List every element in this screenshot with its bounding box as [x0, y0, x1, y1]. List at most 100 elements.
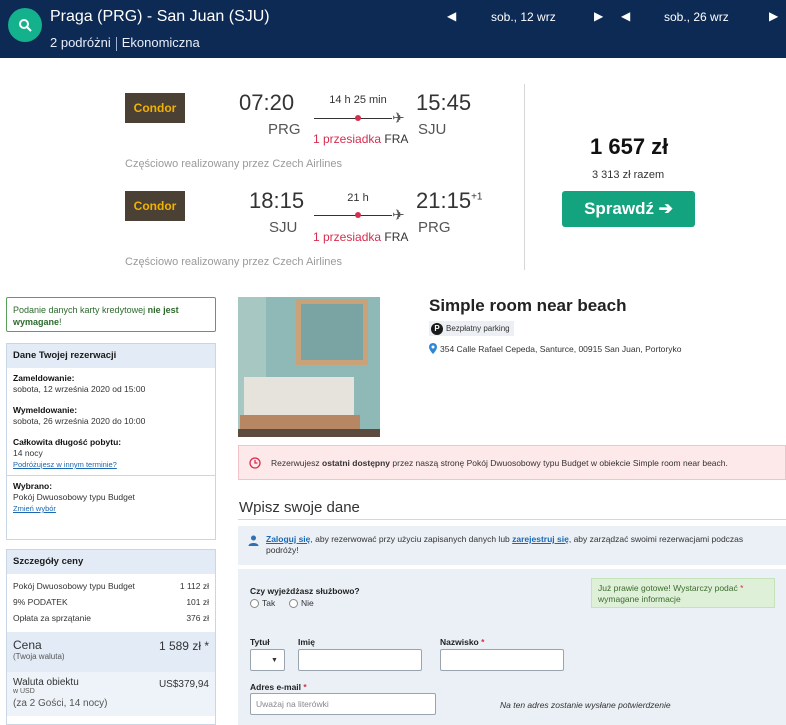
outbound-stops: 1 przesiadka FRA [313, 132, 408, 146]
alert-post: przez naszą stronę Pokój Dwuosobowy typu… [390, 457, 728, 468]
last-name-input[interactable] [440, 649, 564, 671]
selected-value: Pokój Dwuosobowy typu Budget [13, 492, 135, 502]
divider [115, 36, 117, 51]
inbound-duration: 21 h [347, 192, 369, 204]
total-price-sub: (Twoja waluta) [13, 652, 65, 661]
inbound-arrival-code: PRG [418, 219, 451, 236]
user-icon [248, 535, 259, 546]
cc-note-end: ! [59, 317, 62, 327]
stay-value: 14 nocy [13, 448, 43, 458]
stop-marker [355, 212, 361, 218]
total-price-block: Cena (Twoja waluta) 1 589 zł * [7, 632, 215, 672]
inbound-route-line [314, 215, 392, 216]
search-button[interactable] [8, 8, 42, 42]
email-placeholder: Uważaj na literówki [256, 699, 329, 709]
checkout-value: sobota, 26 września 2020 do 10:00 [13, 416, 146, 426]
first-name-input[interactable] [298, 649, 422, 671]
almost-done-text: Już prawie gotowe! Wystarczy podać [598, 583, 738, 593]
stops-count: 1 przesiadka [313, 230, 382, 244]
checkin-value: sobota, 12 września 2020 od 15:00 [13, 384, 146, 394]
price-row-value: 1 112 zł [179, 581, 209, 591]
email-input[interactable]: Uważaj na literówki [250, 693, 436, 715]
credit-card-note: Podanie danych karty kredytowej nie jest… [6, 297, 216, 332]
last-name-text: Nazwisko [440, 637, 479, 647]
travellers-count: 2 podróżni [50, 35, 111, 50]
alert-bold: ostatni dostępny [322, 457, 391, 468]
inbound-stops: 1 przesiadka FRA [313, 230, 408, 244]
price-total: 3 313 zł razem [592, 169, 665, 181]
return-date[interactable]: sob., 26 wrz [664, 10, 729, 24]
change-selection-link[interactable]: Zmień wybór [13, 504, 56, 513]
almost-done-note: Już prawie gotowe! Wystarczy podać * wym… [591, 578, 775, 608]
airline-name: Condor [133, 199, 177, 213]
hotel-title: Simple room near beach [429, 296, 627, 315]
inbound-departure-time: 18:15 [249, 188, 305, 213]
outbound-arrival-code: SJU [418, 121, 447, 138]
booking-details-title: Dane Twojej rezerwacji [7, 344, 215, 368]
login-link[interactable]: Zaloguj się [266, 534, 310, 544]
outbound-arrival-time: 15:45 [416, 90, 472, 115]
depart-date[interactable]: sob., 12 wrz [491, 10, 556, 24]
radio-circle [289, 598, 298, 608]
selected-block: Wybrano: Pokój Dwuosobowy typu Budget Zm… [7, 476, 215, 519]
stay-label: Całkowita długość pobytu: [13, 437, 122, 447]
property-currency-value: US$379,94 [158, 679, 209, 690]
price-row-label: 9% PODATEK [13, 597, 68, 607]
price-details-title: Szczegóły ceny [7, 550, 215, 574]
stops-count: 1 przesiadka [313, 132, 382, 146]
business-no-radio[interactable]: Nie [289, 598, 314, 608]
price-details-panel: Szczegóły ceny Pokój Dwuosobowy typu Bud… [6, 549, 216, 725]
hotel-address[interactable]: 354 Calle Rafael Cepeda, Santurce, 00915… [429, 343, 681, 354]
location-pin-icon [429, 343, 437, 354]
property-currency-block: Waluta obiektu w USD US$379,94 (za 2 Goś… [7, 672, 215, 716]
price-row-value: 376 zł [186, 613, 209, 623]
guests-nights: (za 2 Gości, 14 nocy) [13, 698, 108, 709]
outbound-departure-code: PRG [268, 121, 301, 138]
return-next-date-arrow-icon[interactable]: ▶ [769, 9, 778, 23]
price-row: 9% PODATEK 101 zł [7, 594, 215, 610]
parking-badge: P Bezpłatny parking [429, 321, 514, 336]
booking-details-panel: Dane Twojej rezerwacji Zameldowanie: sob… [6, 343, 216, 540]
required-marker: * [303, 682, 307, 692]
checkout-block: Wymeldowanie: sobota, 26 września 2020 d… [7, 400, 215, 432]
email-confirmation-note: Na ten adres zostanie wysłane potwierdze… [500, 700, 671, 710]
guest-details-form: Czy wyjeżdżasz służbowo? Tak Nie Już pra… [238, 569, 786, 725]
register-link[interactable]: zarejestruj się [512, 534, 569, 544]
email-text: Adres e-mail [250, 682, 302, 692]
outbound-departure-time: 07:20 [239, 90, 295, 115]
room-photo-image [238, 297, 380, 437]
return-prev-date-arrow-icon[interactable]: ◀ [621, 9, 630, 23]
radio-circle [250, 598, 259, 608]
divider [238, 519, 786, 520]
cc-note-text: Podanie danych karty kredytowej [13, 305, 148, 315]
title-select[interactable]: ▼ [250, 649, 285, 671]
last-available-alert: Rezerwujesz ostatni dostępny przez naszą… [238, 445, 786, 480]
required-marker: * [740, 583, 744, 593]
search-summary-bar: Praga (PRG) - San Juan (SJU) 2 podróżni E… [0, 0, 786, 58]
route-title[interactable]: Praga (PRG) - San Juan (SJU) [50, 8, 270, 26]
room-photo[interactable] [238, 297, 380, 437]
other-dates-link[interactable]: Podróżujesz w innym terminie? [13, 460, 117, 469]
outbound-duration: 14 h 25 min [329, 94, 387, 106]
travellers-cabin[interactable]: 2 podróżni Ekonomiczna [50, 35, 200, 51]
outbound-route-line [314, 118, 392, 119]
clock-icon [249, 456, 261, 469]
almost-done-text-2: wymagane informacje [598, 594, 681, 604]
price-per-person: 1 657 zł [590, 134, 669, 159]
title-label: Tytuł [250, 637, 270, 647]
business-yes-radio[interactable]: Tak [250, 598, 275, 608]
check-deal-button[interactable]: Sprawdź ➔ [562, 191, 695, 227]
depart-next-date-arrow-icon[interactable]: ▶ [594, 9, 603, 23]
depart-prev-date-arrow-icon[interactable]: ◀ [447, 9, 456, 23]
stop-airport: FRA [384, 132, 409, 146]
inbound-arrival-time: 21:15+1 [416, 188, 482, 214]
inbound-departure-code: SJU [269, 219, 298, 236]
business-trip-question: Czy wyjeżdżasz służbowo? [250, 586, 360, 596]
checkin-block: Zameldowanie: sobota, 12 września 2020 o… [7, 368, 215, 400]
login-text: , aby rezerwować przy użyciu zapisanych … [310, 534, 513, 544]
plane-icon: ✈ [392, 110, 405, 127]
chevron-down-icon: ▼ [271, 656, 278, 664]
radio-label: Nie [301, 598, 314, 608]
price-row: Opłata za sprzątanie 376 zł [7, 610, 215, 626]
alert-text: Rezerwujesz ostatni dostępny przez naszą… [271, 458, 728, 468]
